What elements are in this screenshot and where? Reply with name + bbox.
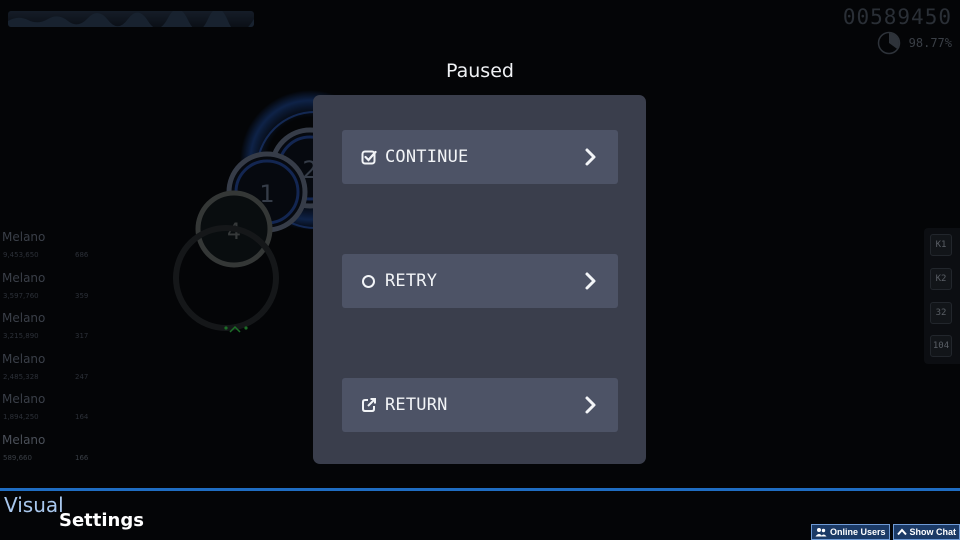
bottom-divider (0, 488, 960, 491)
users-icon (815, 528, 827, 537)
player-name: Melano (2, 432, 46, 447)
pause-title: Paused (446, 60, 514, 82)
key-counter-m2: 104 (930, 335, 952, 357)
return-label: RETURN (385, 395, 448, 415)
player-score: 2,485,328 (3, 372, 39, 381)
circle-icon (362, 275, 375, 288)
leaderboard-entry: Melano 1,894,250 164 (0, 390, 100, 431)
pause-menu: CONTINUE RETRY RETURN (313, 95, 646, 464)
return-button[interactable]: RETURN (342, 378, 618, 432)
accuracy-row: 98.77% (877, 31, 952, 55)
player-combo: 359 (75, 291, 89, 300)
accuracy-display: 98.77% (908, 36, 952, 50)
player-combo: 686 (75, 251, 89, 259)
chevron-right-icon (585, 272, 596, 290)
player-score: 9,453,650 (3, 251, 39, 259)
online-users-button[interactable]: Online Users (810, 524, 890, 540)
chevron-right-icon (585, 396, 596, 414)
leaderboard-entry: Melano 2,485,328 247 (0, 350, 100, 391)
chevron-up-icon (896, 528, 907, 536)
chevron-right-icon (585, 148, 596, 166)
continue-label: CONTINUE (385, 147, 469, 167)
check-square-icon (361, 150, 377, 165)
player-name: Melano (2, 392, 46, 406)
game-screen: 00589450 98.77% 2 1 4 Melano 9,453,650 6… (0, 0, 960, 540)
key-counter-k1: K1 (930, 234, 952, 256)
leaderboard-entry: Melano 3,597,760 359 (0, 269, 100, 310)
player-score: 589,660 (3, 453, 32, 462)
player-name: Melano (2, 230, 46, 244)
health-bar (8, 11, 254, 27)
key-overlay: K1 K2 32 104 (924, 228, 960, 364)
leaderboard: Melano 9,453,650 686 Melano 3,597,760 35… (0, 228, 100, 471)
accuracy-pie-icon (877, 31, 900, 55)
leaderboard-entry: Melano 9,453,650 686 (0, 228, 100, 269)
leaderboard-entry: Melano 3,215,890 317 (0, 309, 100, 350)
player-name: Melano (2, 311, 46, 325)
visual-settings-title[interactable]: Visual (4, 493, 64, 517)
show-chat-button[interactable]: Show Chat (892, 524, 960, 540)
player-score: 1,894,250 (3, 413, 39, 421)
continue-button[interactable]: CONTINUE (342, 130, 618, 184)
player-combo: 164 (75, 413, 89, 421)
leaderboard-entry-current: Melano 589,660 166 (0, 431, 100, 472)
score-display: 00589450 (842, 5, 952, 29)
chat-buttons: Online Users Show Chat (810, 524, 960, 540)
player-name: Melano (2, 351, 46, 366)
key-counter-k2: K2 (930, 268, 952, 290)
external-link-icon (362, 398, 376, 412)
player-combo: 247 (75, 372, 89, 381)
retry-button[interactable]: RETRY (342, 254, 618, 308)
player-combo: 166 (75, 453, 89, 462)
show-chat-label: Show Chat (909, 527, 957, 537)
visual-settings-subtitle[interactable]: Settings (59, 510, 144, 531)
player-combo: 317 (75, 332, 89, 340)
online-users-label: Online Users (829, 527, 886, 537)
player-score: 3,215,890 (3, 332, 39, 340)
player-score: 3,597,760 (3, 291, 39, 300)
key-counter-m1: 32 (930, 302, 952, 324)
player-name: Melano (2, 270, 46, 285)
retry-label: RETRY (385, 271, 438, 291)
